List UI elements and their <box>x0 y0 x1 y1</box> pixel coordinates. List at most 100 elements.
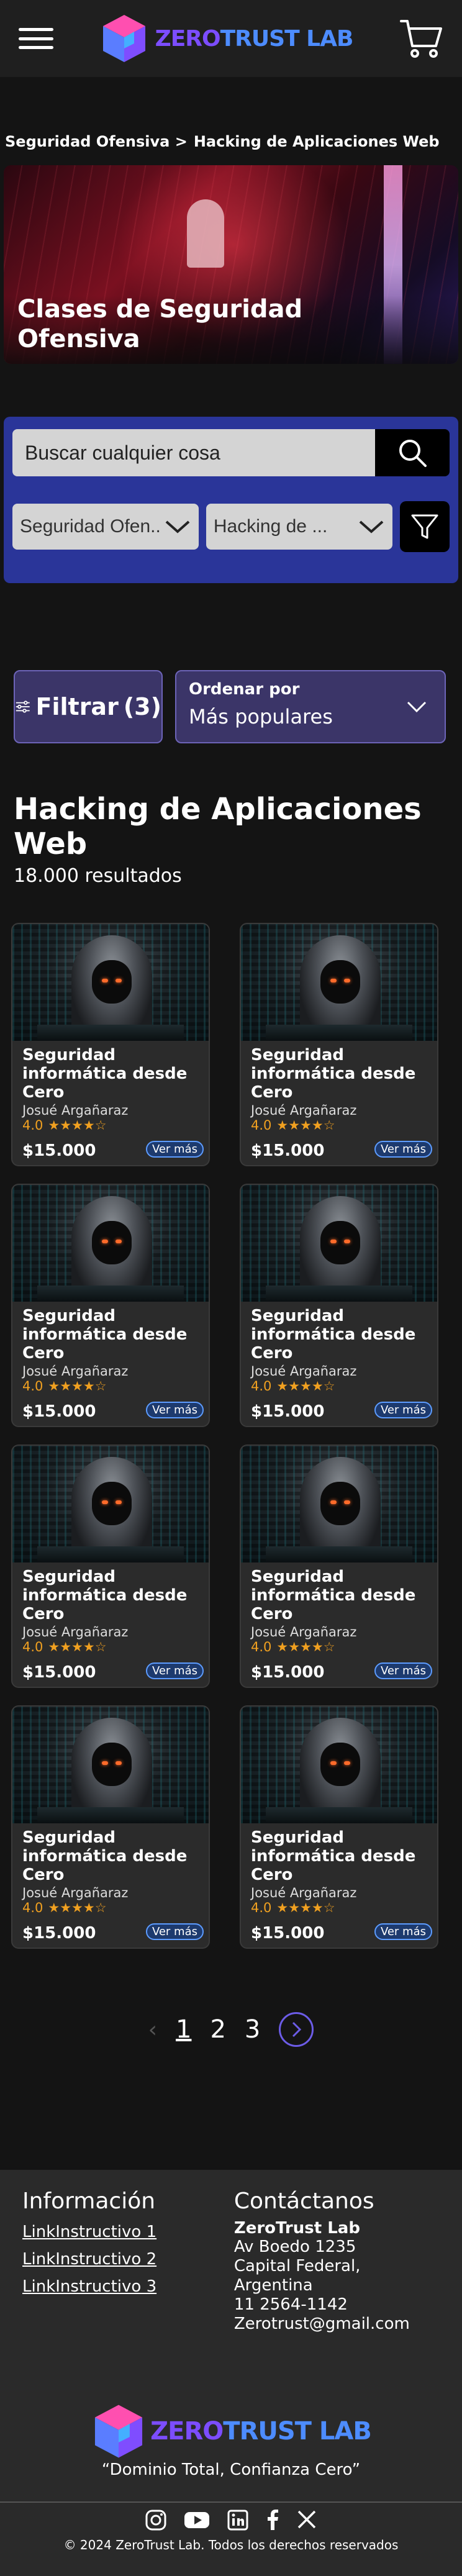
pagination: ‹ 1 2 3 <box>0 2011 462 2048</box>
footer-logo-text: ZEROTRUST LAB <box>150 2417 372 2446</box>
filter-button[interactable]: Filtrar (3) <box>14 670 163 743</box>
logo[interactable]: ZEROTRUST LAB <box>99 12 353 65</box>
course-card[interactable]: Seguridad informática desde Cero Josué A… <box>11 1444 210 1688</box>
footer-link-1[interactable]: LinkInstructivo 1 <box>22 2223 234 2241</box>
funnel-icon <box>411 514 438 539</box>
course-rating: 4.0 ★★★★☆ <box>251 1639 427 1654</box>
footer-contact-brand: ZeroTrust Lab <box>233 2219 360 2238</box>
footer-phone: 11 2564-1142 <box>233 2295 348 2314</box>
rating-stars-icon: ★★★★☆ <box>48 1118 107 1133</box>
page-2[interactable]: 2 <box>210 2015 225 2044</box>
course-card[interactable]: Seguridad informática desde Cero Josué A… <box>11 923 210 1166</box>
search-button[interactable] <box>375 429 450 476</box>
breadcrumb-item-hacking-web[interactable]: Hacking de Aplicaciones Web <box>194 133 440 165</box>
rating-stars-icon: ★★★★☆ <box>276 1639 335 1654</box>
hero-figure <box>187 199 224 268</box>
filter-funnel-button[interactable] <box>399 501 450 552</box>
course-card[interactable]: Seguridad informática desde Cero Josué A… <box>11 1184 210 1427</box>
course-thumbnail <box>12 1185 209 1302</box>
course-author: Josué Argañaraz <box>22 1885 129 1900</box>
rating-value: 4.0 <box>251 1118 272 1133</box>
logo-text: ZEROTRUST LAB <box>155 25 354 52</box>
course-author: Josué Argañaraz <box>251 1625 357 1639</box>
rating-value: 4.0 <box>251 1379 272 1394</box>
course-author: Josué Argañaraz <box>251 1103 357 1118</box>
cart-icon[interactable] <box>399 16 443 61</box>
hero-title: Clases de Seguridad Ofensiva <box>17 295 303 353</box>
course-card[interactable]: Seguridad informática desde Cero Josué A… <box>240 923 438 1166</box>
breadcrumb-item-seguridad-ofensiva[interactable]: Seguridad Ofensiva > <box>5 133 188 165</box>
footer-columns: Información LinkInstructivo 1 LinkInstru… <box>0 2188 462 2334</box>
rating-stars-icon: ★★★★☆ <box>276 1900 335 1915</box>
next-page-button[interactable] <box>279 2012 314 2047</box>
top-header: ZEROTRUST LAB <box>0 0 462 77</box>
facebook-icon[interactable] <box>265 2509 280 2534</box>
cube-logo-icon <box>95 2405 143 2458</box>
rating-stars-icon: ★★★★☆ <box>48 1900 107 1915</box>
footer-contact-title: Contáctanos <box>233 2188 374 2214</box>
subcategory-select[interactable]: Hacking de ... <box>206 504 392 550</box>
footer-contact: Contáctanos ZeroTrust Lab Av Boedo 1235 … <box>234 2188 440 2334</box>
search-icon <box>399 440 427 467</box>
filters-row: Seguridad Ofen.. Hacking de ... <box>12 501 450 552</box>
x-icon[interactable] <box>296 2509 317 2534</box>
course-title: Seguridad informática desde Cero <box>251 1307 416 1363</box>
search-panel: Seguridad Ofen.. Hacking de ... <box>4 417 458 583</box>
sort-dropdown[interactable]: Ordenar por Más populares <box>175 670 446 743</box>
course-card[interactable]: Seguridad informática desde Cero Josué A… <box>11 1705 210 1949</box>
course-thumbnail <box>241 1446 437 1562</box>
cube-logo-icon <box>102 15 145 62</box>
course-thumbnail <box>12 1446 209 1562</box>
filter-label: Filtrar <box>35 693 119 720</box>
page-3[interactable]: 3 <box>245 2015 260 2044</box>
course-author: Josué Argañaraz <box>22 1625 129 1639</box>
course-thumbnail <box>12 924 209 1041</box>
course-grid: Seguridad informática desde Cero Josué A… <box>11 923 462 1949</box>
footer-address: Av Boedo 1235 <box>233 2238 356 2256</box>
footer-slogan: “Dominio Total, Confianza Cero” <box>101 2460 361 2479</box>
course-card[interactable]: Seguridad informática desde Cero Josué A… <box>240 1184 438 1427</box>
menu-icon[interactable] <box>19 26 53 51</box>
chevron-right-icon <box>292 2021 302 2038</box>
ver-mas-button[interactable]: Ver más <box>374 1141 432 1158</box>
rating-stars-icon: ★★★★☆ <box>48 1639 107 1654</box>
course-rating: 4.0 ★★★★☆ <box>251 1900 427 1915</box>
course-title: Seguridad informática desde Cero <box>22 1307 188 1363</box>
ver-mas-button[interactable]: Ver más <box>145 1923 204 1940</box>
youtube-icon[interactable] <box>183 2509 211 2534</box>
course-card[interactable]: Seguridad informática desde Cero Josué A… <box>240 1705 438 1949</box>
course-title: Seguridad informática desde Cero <box>22 1828 188 1884</box>
category-select[interactable]: Seguridad Ofen.. <box>12 504 199 550</box>
instagram-icon[interactable] <box>145 2509 167 2534</box>
ver-mas-button[interactable]: Ver más <box>145 1662 204 1679</box>
ver-mas-button[interactable]: Ver más <box>145 1402 204 1418</box>
course-rating: 4.0 ★★★★☆ <box>22 1639 199 1654</box>
rating-stars-icon: ★★★★☆ <box>276 1379 335 1394</box>
footer-info-title: Información <box>22 2188 156 2214</box>
footer-link-2[interactable]: LinkInstructivo 2 <box>22 2250 234 2269</box>
rating-stars-icon: ★★★★☆ <box>48 1379 107 1394</box>
footer-link-3[interactable]: LinkInstructivo 3 <box>22 2277 234 2296</box>
rating-value: 4.0 <box>251 1900 272 1915</box>
sort-row: Filtrar (3) Ordenar por Más populares <box>14 670 462 743</box>
linkedin-icon[interactable] <box>227 2509 249 2534</box>
prev-page-icon[interactable]: ‹ <box>148 2017 157 2043</box>
course-author: Josué Argañaraz <box>251 1885 357 1900</box>
ver-mas-button[interactable]: Ver más <box>374 1662 432 1679</box>
ver-mas-button[interactable]: Ver más <box>145 1141 204 1158</box>
sort-label: Ordenar por <box>189 680 300 699</box>
ver-mas-button[interactable]: Ver más <box>374 1402 432 1418</box>
course-card[interactable]: Seguridad informática desde Cero Josué A… <box>240 1444 438 1688</box>
search-row <box>12 429 450 476</box>
course-thumbnail <box>241 924 437 1041</box>
course-title: Seguridad informática desde Cero <box>22 1567 188 1623</box>
ver-mas-button[interactable]: Ver más <box>374 1923 432 1940</box>
course-title: Seguridad informática desde Cero <box>251 1046 416 1102</box>
footer-city: Capital Federal, Argentina <box>233 2257 361 2295</box>
search-input[interactable] <box>12 429 375 476</box>
page-1[interactable]: 1 <box>176 2015 191 2044</box>
rating-stars-icon: ★★★★☆ <box>276 1118 335 1133</box>
hero-banner: Clases de Seguridad Ofensiva <box>4 165 458 364</box>
footer-email[interactable]: Zerotrust@gmail.com <box>234 2315 440 2334</box>
footer: Información LinkInstructivo 1 LinkInstru… <box>0 2170 462 2576</box>
